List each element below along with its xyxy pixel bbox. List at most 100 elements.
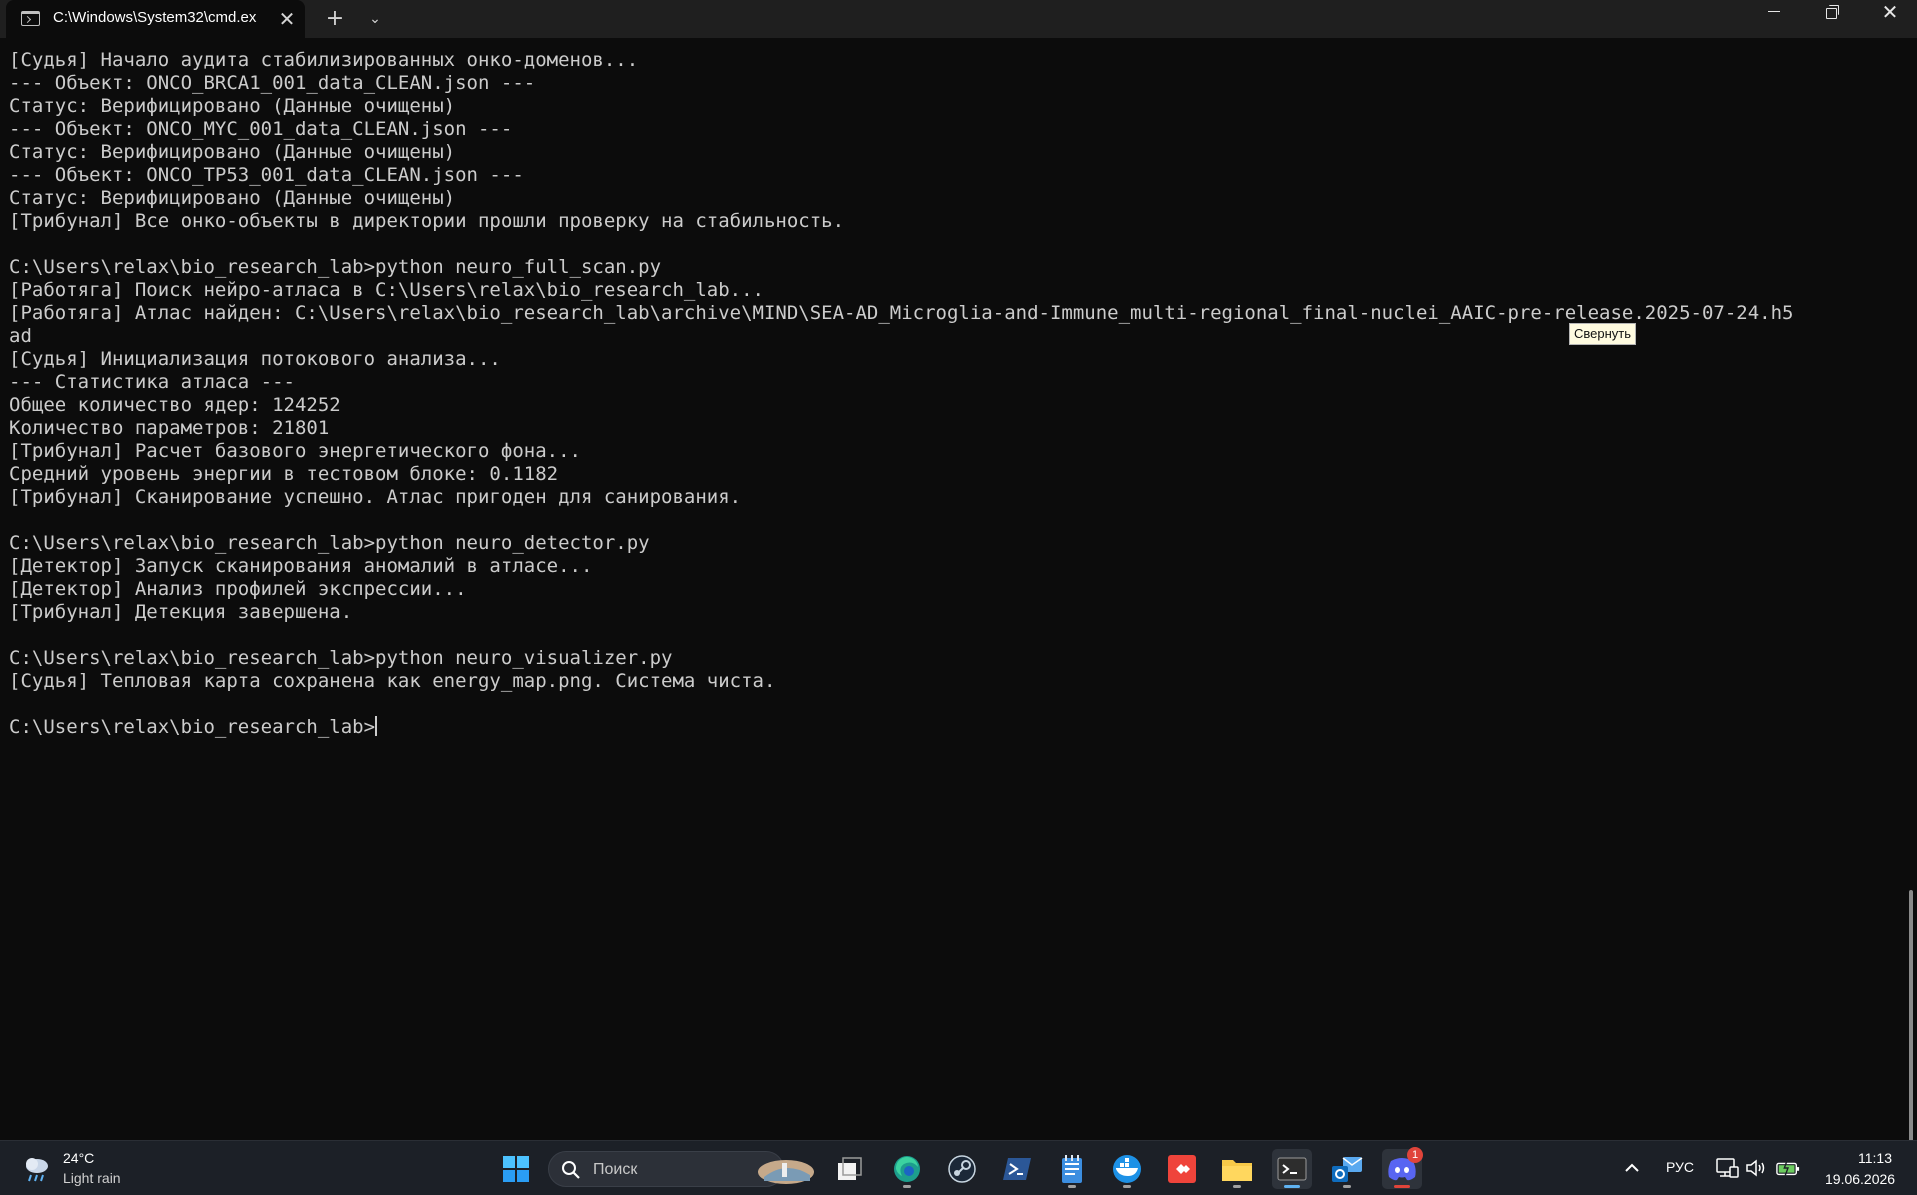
terminal-line: [Трибунал] Все онко-объекты в директории… [9, 210, 1793, 233]
active-indicator [1284, 1185, 1300, 1188]
discord-app[interactable]: 1 [1382, 1147, 1423, 1189]
edge-icon [894, 1156, 920, 1182]
text-cursor [375, 716, 378, 736]
terminal-line-text: [Работяга] Атлас найден: C:\Users\relax\… [9, 302, 1794, 324]
terminal-line-text: C:\Users\relax\bio_research_lab>python n… [9, 256, 662, 278]
terminal-line: [Детектор] Анализ профилей экспрессии... [9, 578, 1793, 601]
terminal-output[interactable]: [Судья] Начало аудита стабилизированных … [0, 38, 1906, 1140]
clock-time[interactable]: 11:13 [1858, 1150, 1892, 1166]
terminal-line: [Трибунал] Расчет базового энергетическо… [9, 440, 1793, 463]
minimize-tooltip: Свернуть [1569, 323, 1636, 345]
terminal-line: --- Объект: ONCO_BRCA1_001_data_CLEAN.js… [9, 72, 1793, 95]
title-bar: C:\Windows\System32\cmd.ex ✕ + ⌄ ✕ [0, 0, 1917, 38]
weather-description[interactable]: Light rain [63, 1170, 121, 1186]
terminal-line: Средний уровень энергии в тестовом блоке… [9, 463, 1793, 486]
terminal-line-text: Статус: Верифицировано (Данные очищены) [9, 187, 456, 209]
terminal-line-text: Количество параметров: 21801 [9, 417, 330, 439]
terminal-line-text: [Детектор] Запуск сканирования аномалий … [9, 555, 593, 577]
close-window-button[interactable]: ✕ [1862, 0, 1917, 38]
minimize-icon [1768, 10, 1780, 12]
rain-cloud-icon[interactable] [22, 1153, 52, 1183]
powershell-icon [1003, 1158, 1031, 1180]
docker-icon [1113, 1155, 1141, 1183]
chevron-down-icon[interactable]: ⌄ [360, 4, 390, 34]
steam-icon [948, 1155, 976, 1183]
terminal-line: [Судья] Тепловая карта сохранена как ene… [9, 670, 1793, 693]
volume-icon[interactable] [1744, 1157, 1768, 1179]
start-button[interactable] [496, 1149, 536, 1189]
terminal-line: Количество параметров: 21801 [9, 417, 1793, 440]
terminal-app[interactable] [1272, 1149, 1312, 1189]
terminal-line: [Судья] Начало аудита стабилизированных … [9, 49, 1793, 72]
terminal-line-text: [Судья] Тепловая карта сохранена как ene… [9, 670, 776, 692]
scrollbar[interactable] [1906, 38, 1917, 1154]
anydesk-icon [1168, 1155, 1196, 1183]
terminal-line-text: Средний уровень энергии в тестовом блоке… [9, 463, 559, 485]
terminal-line: --- Объект: ONCO_TP53_001_data_CLEAN.jso… [9, 164, 1793, 187]
terminal-line-text: C:\Users\relax\bio_research_lab>python n… [9, 532, 650, 554]
terminal-line: [Судья] Инициализация потокового анализа… [9, 348, 1793, 371]
terminal-line-text: [Работяга] Поиск нейро-атласа в C:\Users… [9, 279, 764, 301]
terminal-line: C:\Users\relax\bio_research_lab>python n… [9, 532, 1793, 555]
terminal-icon [21, 11, 40, 26]
weather-temperature[interactable]: 24°C [63, 1150, 94, 1166]
search-highlight-icon [758, 1160, 814, 1184]
terminal-line-text: --- Объект: ONCO_MYC_001_data_CLEAN.json… [9, 118, 513, 140]
running-indicator [903, 1185, 911, 1188]
terminal-line: Статус: Верифицировано (Данные очищены) [9, 95, 1793, 118]
terminal-line-text: --- Статистика атласа --- [9, 371, 295, 393]
windows-logo-icon [503, 1156, 529, 1182]
terminal-line-text: ad [9, 325, 32, 347]
terminal-line-text: Статус: Верифицировано (Данные очищены) [9, 95, 456, 117]
terminal-line: ad [9, 325, 1793, 348]
scrollbar-thumb[interactable] [1909, 890, 1913, 1154]
steam-app[interactable] [942, 1149, 982, 1189]
terminal-line: C:\Users\relax\bio_research_lab> [9, 716, 1793, 739]
terminal-lines: [Судья] Начало аудита стабилизированных … [9, 49, 1793, 739]
minimize-button[interactable] [1746, 0, 1802, 38]
network-icon[interactable] [1715, 1157, 1739, 1179]
windows-terminal-icon [1277, 1157, 1307, 1181]
taskbar: 24°C Light rain Поиск 1 РУС 11:13 19.06.… [0, 1140, 1917, 1195]
terminal-line-text: --- Объект: ONCO_BRCA1_001_data_CLEAN.js… [9, 72, 536, 94]
tab-cmd[interactable]: C:\Windows\System32\cmd.ex ✕ [6, 0, 305, 38]
terminal-line-text: [Трибунал] Все онко-объекты в директории… [9, 210, 845, 232]
battery-icon[interactable] [1776, 1157, 1800, 1179]
running-indicator [1068, 1185, 1076, 1188]
terminal-line: --- Статистика атласа --- [9, 371, 1793, 394]
clock-date[interactable]: 19.06.2026 [1825, 1171, 1895, 1187]
search-placeholder: Поиск [593, 1161, 638, 1178]
terminal-line: [Работяга] Атлас найден: C:\Users\relax\… [9, 302, 1793, 325]
taskbar-search[interactable]: Поиск [548, 1151, 784, 1187]
edge-app[interactable] [887, 1149, 927, 1189]
active-indicator [1394, 1185, 1410, 1188]
terminal-line: [Трибунал] Детекция завершена. [9, 601, 1793, 624]
terminal-line-text: [Судья] Начало аудита стабилизированных … [9, 49, 639, 71]
notepad-icon [1062, 1155, 1082, 1183]
terminal-line-text: [Трибунал] Детекция завершена. [9, 601, 353, 623]
task-view-button[interactable] [830, 1149, 870, 1189]
chevron-up-icon[interactable] [1620, 1156, 1644, 1180]
terminal-line: C:\Users\relax\bio_research_lab>python n… [9, 256, 1793, 279]
notepad-app[interactable] [1052, 1149, 1092, 1189]
terminal-line: Статус: Верифицировано (Данные очищены) [9, 187, 1793, 210]
terminal-line: [Детектор] Запуск сканирования аномалий … [9, 555, 1793, 578]
search-icon [562, 1161, 580, 1179]
terminal-line-text: Статус: Верифицировано (Данные очищены) [9, 141, 456, 163]
docker-app[interactable] [1107, 1149, 1147, 1189]
terminal-line: --- Объект: ONCO_MYC_001_data_CLEAN.json… [9, 118, 1793, 141]
language-indicator[interactable]: РУС [1666, 1159, 1694, 1175]
task-view-icon [838, 1157, 862, 1180]
new-tab-button[interactable]: + [320, 4, 350, 34]
file-explorer-app[interactable] [1217, 1149, 1257, 1189]
close-tab-icon[interactable]: ✕ [274, 6, 300, 32]
tab-title: C:\Windows\System32\cmd.ex [53, 9, 257, 26]
powershell-app[interactable] [997, 1149, 1037, 1189]
anydesk-app[interactable] [1162, 1149, 1202, 1189]
restore-button[interactable] [1804, 0, 1860, 38]
outlook-app[interactable] [1327, 1149, 1367, 1189]
